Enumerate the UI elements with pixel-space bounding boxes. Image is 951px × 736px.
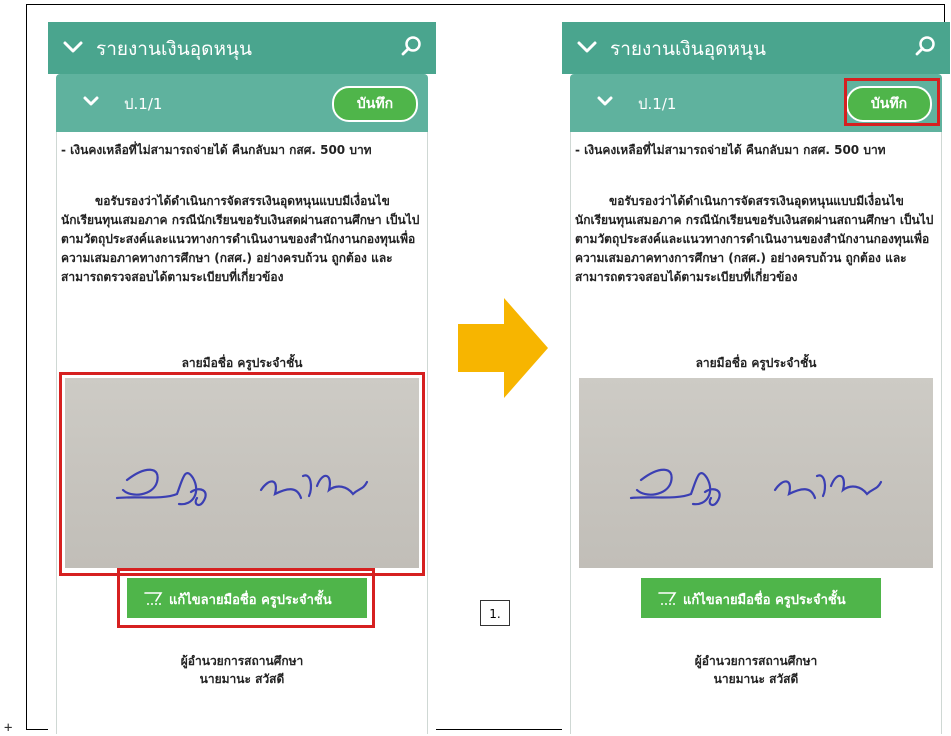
principal-name: นายมานะ สวัสดี [713, 672, 799, 686]
principal-block: ผู้อำนวยการสถานศึกษา นายมานะ สวัสดี [57, 652, 427, 688]
chevron-down-icon[interactable] [576, 36, 598, 58]
edit-signature-label: แก้ไขลายมือชื่อ ครูประจำชั้น [683, 593, 846, 608]
save-button[interactable]: บันทึก [332, 86, 418, 122]
highlight-edit-button [117, 568, 375, 628]
certification-text: ขอรับรองว่าได้ดำเนินการจัดสรรเงินอุดหนุน… [61, 192, 421, 287]
phone-screen-before: รายงานเงินอุดหนุน ป.1/1 บันทึก - เงินคงเ… [48, 22, 436, 734]
chevron-down-icon[interactable] [596, 92, 614, 110]
chevron-down-icon[interactable] [82, 92, 100, 110]
page-title: รายงานเงินอุดหนุน [96, 38, 252, 60]
app-bar: รายงานเงินอุดหนุน [48, 22, 436, 74]
principal-title: ผู้อำนวยการสถานศึกษา [694, 654, 818, 668]
class-label: ป.1/1 [638, 95, 677, 113]
class-label: ป.1/1 [124, 95, 163, 113]
arrow-right-icon [458, 298, 548, 398]
pencil-icon [658, 592, 677, 605]
highlight-save-button [844, 78, 940, 126]
balance-note: - เงินคงเหลือที่ไม่สามารถจ่ายได้ คืนกลับ… [575, 143, 886, 157]
search-icon[interactable] [400, 34, 424, 58]
class-bar: ป.1/1 บันทึก [570, 74, 942, 132]
signature-label: ลายมือชื่อ ครูประจำชั้น [181, 356, 303, 370]
edit-signature-button[interactable]: แก้ไขลายมือชื่อ ครูประจำชั้น [641, 578, 881, 618]
report-content: - เงินคงเหลือที่ไม่สามารถจ่ายได้ คืนกลับ… [570, 132, 942, 734]
certification-body: ขอรับรองว่าได้ดำเนินการจัดสรรเงินอุดหนุน… [575, 194, 934, 284]
chevron-down-icon[interactable] [62, 36, 84, 58]
search-icon[interactable] [914, 34, 938, 58]
handwritten-signature [629, 468, 883, 507]
class-bar: ป.1/1 บันทึก [56, 74, 428, 132]
phone-screen-after: รายงานเงินอุดหนุน ป.1/1 บันทึก - เงินคงเ… [562, 22, 950, 734]
certification-body: ขอรับรองว่าได้ดำเนินการจัดสรรเงินอุดหนุน… [61, 194, 420, 284]
highlight-signature [59, 372, 425, 576]
step-label: 1. [480, 600, 510, 626]
signature-image [579, 378, 933, 568]
principal-title: ผู้อำนวยการสถานศึกษา [180, 654, 304, 668]
signature-label: ลายมือชื่อ ครูประจำชั้น [695, 356, 817, 370]
balance-note: - เงินคงเหลือที่ไม่สามารถจ่ายได้ คืนกลับ… [61, 143, 372, 157]
page-title: รายงานเงินอุดหนุน [610, 38, 766, 60]
certification-text: ขอรับรองว่าได้ดำเนินการจัดสรรเงินอุดหนุน… [575, 192, 935, 287]
report-content: - เงินคงเหลือที่ไม่สามารถจ่ายได้ คืนกลับ… [56, 132, 428, 734]
principal-block: ผู้อำนวยการสถานศึกษา นายมานะ สวัสดี [571, 652, 941, 688]
app-bar: รายงานเงินอุดหนุน [562, 22, 950, 74]
principal-name: นายมานะ สวัสดี [199, 672, 285, 686]
